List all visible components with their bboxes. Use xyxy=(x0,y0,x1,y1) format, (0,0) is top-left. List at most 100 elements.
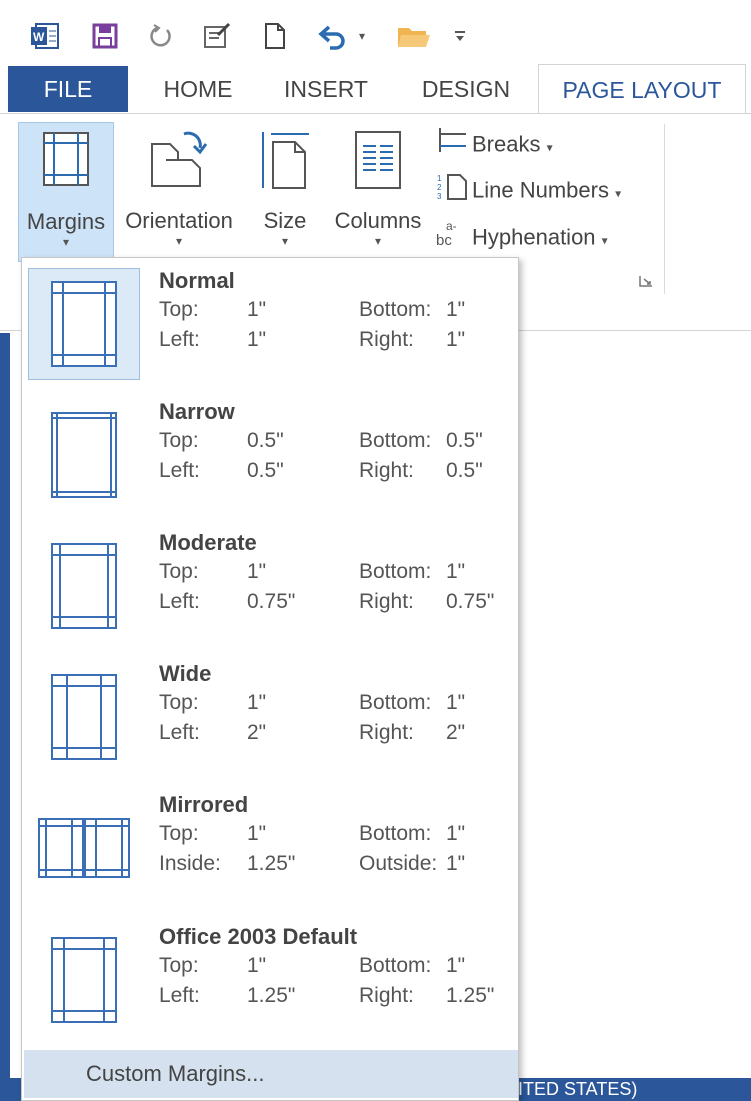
svg-text:W: W xyxy=(33,30,45,44)
label-left: Left: xyxy=(159,590,200,613)
hyphenation-label: Hyphenation xyxy=(472,224,596,250)
size-button[interactable]: Size ▾ xyxy=(252,122,318,262)
label-top: Top: xyxy=(159,429,199,452)
margin-moderate-icon xyxy=(51,543,117,629)
moderate-thumbnail xyxy=(28,530,140,642)
margin-option-office-2003-default[interactable]: Office 2003 Default Top: 1" Bottom: 1" L… xyxy=(22,914,518,1044)
margins-dropdown: Normal Top: 1" Bottom: 1" Left: 1" Right… xyxy=(21,257,519,1101)
value-right: 1.25" xyxy=(446,984,495,1007)
hyphenation-caret-icon: ▾ xyxy=(601,233,608,248)
label-outside: Outside: xyxy=(359,852,438,875)
value-left: 0.5" xyxy=(247,459,284,482)
tab-insert[interactable]: INSERT xyxy=(270,64,382,114)
ribbon-tabs: FILE HOME INSERT DESIGN PAGE LAYOUT xyxy=(0,64,751,116)
margin-option-normal[interactable]: Normal Top: 1" Bottom: 1" Left: 1" Right… xyxy=(22,258,518,388)
orientation-icon xyxy=(151,131,208,187)
narrow-thumbnail xyxy=(28,399,140,511)
value-left: 0.75" xyxy=(247,590,296,613)
new-doc-icon[interactable] xyxy=(260,20,290,52)
label-right: Right: xyxy=(359,984,414,1007)
label-top: Top: xyxy=(159,560,199,583)
svg-text:a-: a- xyxy=(446,219,457,233)
value-bottom: 1" xyxy=(446,822,466,845)
office-2003-thumbnail xyxy=(28,924,140,1036)
label-right: Right: xyxy=(359,590,414,613)
option-title: Normal xyxy=(159,268,235,293)
orientation-label: Orientation xyxy=(125,208,233,233)
svg-text:bc: bc xyxy=(436,232,452,248)
word-logo-icon: W xyxy=(30,20,60,52)
label-right: Right: xyxy=(359,721,414,744)
edit-doc-icon[interactable] xyxy=(202,20,232,52)
value-bottom: 0.5" xyxy=(446,429,483,452)
label-right: Right: xyxy=(359,459,414,482)
breaks-label: Breaks xyxy=(472,131,541,157)
label-bottom: Bottom: xyxy=(359,691,432,714)
margins-icon xyxy=(43,132,89,186)
value-top: 1" xyxy=(247,298,267,321)
label-top: Top: xyxy=(159,691,199,714)
margin-normal-icon xyxy=(51,281,117,367)
line-numbers-icon: 123 xyxy=(436,171,472,212)
window-left-edge xyxy=(0,333,10,1101)
line-numbers-label: Line Numbers xyxy=(472,177,609,203)
undo-icon[interactable] xyxy=(316,20,346,52)
value-top: 1" xyxy=(247,560,267,583)
status-language[interactable]: ITED STATES) xyxy=(518,1078,637,1101)
open-folder-icon[interactable] xyxy=(396,20,432,52)
line-numbers-caret-icon: ▾ xyxy=(615,186,622,201)
value-bottom: 1" xyxy=(446,298,466,321)
label-top: Top: xyxy=(159,822,199,845)
quick-access-toolbar: W ▾ xyxy=(0,0,751,64)
tab-design[interactable]: DESIGN xyxy=(400,64,532,114)
label-inside: Inside: xyxy=(159,852,221,875)
margin-option-wide[interactable]: Wide Top: 1" Bottom: 1" Left: 2" Right: … xyxy=(22,651,518,781)
redo-icon[interactable] xyxy=(146,20,176,52)
hyphenation-icon: a-bc xyxy=(436,218,472,259)
margin-option-moderate[interactable]: Moderate Top: 1" Bottom: 1" Left: 0.75" … xyxy=(22,520,518,650)
size-caret-icon: ▾ xyxy=(281,234,289,248)
option-title: Mirrored xyxy=(159,792,249,817)
margins-button[interactable]: Margins ▾ xyxy=(18,122,114,262)
value-top: 1" xyxy=(247,822,267,845)
hyphenation-button[interactable]: a-bc Hyphenation ▾ xyxy=(436,218,608,254)
columns-button[interactable]: Columns ▾ xyxy=(326,122,430,262)
mirrored-thumbnail xyxy=(28,792,140,904)
tab-home[interactable]: HOME xyxy=(140,64,256,114)
columns-icon xyxy=(355,131,401,189)
label-left: Left: xyxy=(159,459,200,482)
margins-caret-icon: ▾ xyxy=(62,235,70,249)
tab-file[interactable]: FILE xyxy=(8,66,128,112)
margin-narrow-icon xyxy=(51,412,117,498)
label-bottom: Bottom: xyxy=(359,298,432,321)
margin-option-mirrored[interactable]: Mirrored Top: 1" Bottom: 1" Inside: 1.25… xyxy=(22,782,518,912)
breaks-button[interactable]: Breaks ▾ xyxy=(436,126,553,162)
label-bottom: Bottom: xyxy=(359,822,432,845)
label-bottom: Bottom: xyxy=(359,429,432,452)
svg-text:2: 2 xyxy=(437,183,442,192)
undo-dropdown-icon[interactable]: ▾ xyxy=(352,20,372,52)
page-setup-launcher-icon[interactable] xyxy=(638,274,654,288)
value-top: 0.5" xyxy=(247,429,284,452)
orientation-caret-icon: ▾ xyxy=(175,234,183,248)
value-outside: 1" xyxy=(446,852,466,875)
margin-option-narrow[interactable]: Narrow Top: 0.5" Bottom: 0.5" Left: 0.5"… xyxy=(22,389,518,519)
breaks-icon xyxy=(436,126,472,165)
value-right: 1" xyxy=(446,328,466,351)
customize-toolbar-icon[interactable] xyxy=(450,20,470,52)
ribbon-group-divider xyxy=(664,124,665,294)
custom-margins-button[interactable]: Custom Margins... xyxy=(24,1050,518,1098)
save-icon[interactable] xyxy=(90,20,120,52)
value-left: 1.25" xyxy=(247,984,296,1007)
orientation-button[interactable]: Orientation ▾ xyxy=(118,122,240,262)
margin-wide-icon xyxy=(51,674,117,760)
value-bottom: 1" xyxy=(446,691,466,714)
label-top: Top: xyxy=(159,298,199,321)
tab-page-layout[interactable]: PAGE LAYOUT xyxy=(538,64,746,116)
value-left: 1" xyxy=(247,328,267,351)
label-left: Left: xyxy=(159,984,200,1007)
value-top: 1" xyxy=(247,954,267,977)
option-title: Office 2003 Default xyxy=(159,924,358,949)
margin-mirrored-icon xyxy=(38,818,130,878)
line-numbers-button[interactable]: 1 2 3 Line Numbers ▾ xyxy=(436,171,621,207)
